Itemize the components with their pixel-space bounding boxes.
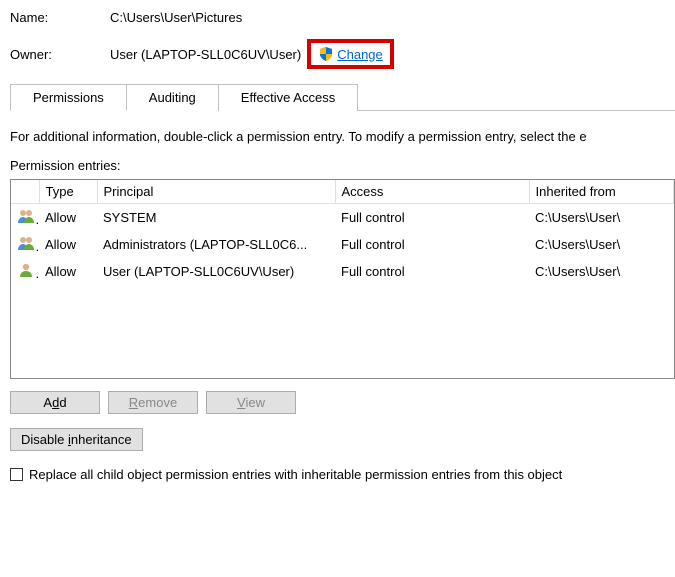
- row-inherited: C:\Users\User\: [529, 258, 674, 285]
- table-row[interactable]: AllowSYSTEMFull controlC:\Users\User\: [11, 204, 674, 232]
- row-inherited: C:\Users\User\: [529, 231, 674, 258]
- disable-inheritance-button[interactable]: Disable inheritance: [10, 428, 143, 451]
- entries-label: Permission entries:: [10, 158, 675, 173]
- change-highlight: Change: [307, 39, 394, 69]
- replace-children-checkbox[interactable]: [10, 468, 23, 481]
- add-button[interactable]: Add: [10, 391, 100, 414]
- shield-icon: [318, 46, 334, 62]
- owner-value: User (LAPTOP-SLL0C6UV\User): [110, 47, 301, 62]
- name-label: Name:: [10, 10, 110, 25]
- row-type: Allow: [39, 204, 97, 232]
- row-access: Full control: [335, 204, 529, 232]
- tab-bar: Permissions Auditing Effective Access: [10, 83, 675, 111]
- view-button: View: [206, 391, 296, 414]
- row-principal: User (LAPTOP-SLL0C6UV\User): [97, 258, 335, 285]
- row-principal: SYSTEM: [97, 204, 335, 232]
- replace-children-label: Replace all child object permission entr…: [29, 467, 562, 482]
- col-inherited-header[interactable]: Inherited from: [529, 180, 674, 204]
- col-access-header[interactable]: Access: [335, 180, 529, 204]
- tab-effective-access[interactable]: Effective Access: [219, 84, 358, 111]
- remove-button: Remove: [108, 391, 198, 414]
- table-row[interactable]: AllowAdministrators (LAPTOP-SLL0C6...Ful…: [11, 231, 674, 258]
- row-icon: [11, 258, 39, 285]
- row-access: Full control: [335, 231, 529, 258]
- row-icon: [11, 231, 39, 258]
- row-icon: [11, 204, 39, 232]
- permission-entries-table: Type Principal Access Inherited from All…: [10, 179, 675, 379]
- tab-auditing[interactable]: Auditing: [127, 84, 219, 111]
- tab-permissions[interactable]: Permissions: [10, 84, 127, 111]
- col-type-header[interactable]: Type: [39, 180, 97, 204]
- row-access: Full control: [335, 258, 529, 285]
- row-inherited: C:\Users\User\: [529, 204, 674, 232]
- table-row[interactable]: AllowUser (LAPTOP-SLL0C6UV\User)Full con…: [11, 258, 674, 285]
- row-type: Allow: [39, 231, 97, 258]
- name-value: C:\Users\User\Pictures: [110, 10, 242, 25]
- row-type: Allow: [39, 258, 97, 285]
- row-principal: Administrators (LAPTOP-SLL0C6...: [97, 231, 335, 258]
- col-icon-header[interactable]: [11, 180, 39, 204]
- col-principal-header[interactable]: Principal: [97, 180, 335, 204]
- change-link[interactable]: Change: [337, 47, 383, 62]
- info-text: For additional information, double-click…: [10, 129, 675, 144]
- owner-label: Owner:: [10, 47, 110, 62]
